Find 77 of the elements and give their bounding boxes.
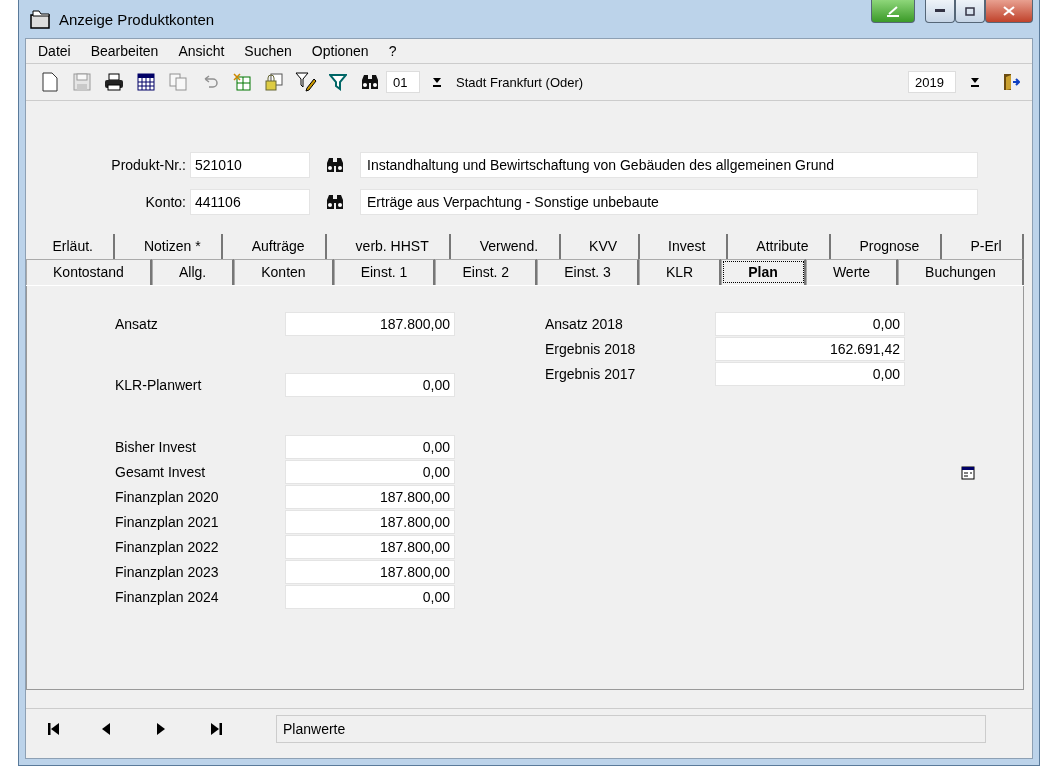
value-field: 0,00 <box>285 435 455 459</box>
field-label: Finanzplan 2020 <box>115 489 220 505</box>
field-label: Finanzplan 2024 <box>115 589 220 605</box>
card-icon[interactable] <box>961 466 975 480</box>
field-label: Gesamt Invest <box>115 464 207 480</box>
tab[interactable]: KLR <box>638 259 722 285</box>
field-label: Finanzplan 2021 <box>115 514 220 530</box>
tab[interactable]: Buchungen <box>898 259 1024 285</box>
field-label: KLR-Planwert <box>115 377 203 393</box>
tab[interactable]: Einst. 3 <box>537 259 639 285</box>
padlock-icon[interactable] <box>265 73 283 91</box>
exit-door-icon[interactable] <box>1002 73 1020 91</box>
minimize-button[interactable] <box>925 0 955 23</box>
tab[interactable]: Einst. 1 <box>333 259 436 285</box>
field-label: Finanzplan 2022 <box>115 539 220 555</box>
menu-item[interactable]: Datei <box>28 43 81 59</box>
description-field: Instandhaltung und Bewirtschaftung von Gebäuden des allgemeinen Grund <box>360 152 978 178</box>
close-button[interactable] <box>985 0 1033 23</box>
status-text: Planwerte <box>276 715 986 743</box>
menu-item[interactable]: Suchen <box>234 43 302 59</box>
field-label: Ansatz 2018 <box>545 316 624 332</box>
value-field: 162.691,42 <box>715 337 905 361</box>
field-label: Ergebnis 2018 <box>545 341 637 357</box>
menu-item[interactable]: Ansicht <box>168 43 235 59</box>
pen-icon <box>885 5 901 17</box>
search-icon[interactable] <box>325 157 345 173</box>
value-field: 187.800,00 <box>285 485 455 509</box>
input-field[interactable]: 521010 <box>190 152 310 178</box>
year-field[interactable]: 2019 <box>908 71 956 93</box>
menu-item[interactable]: ? <box>378 43 407 59</box>
value-field: 187.800,00 <box>285 510 455 534</box>
window-title: Anzeige Produktkonten <box>59 10 215 28</box>
description-field: Erträge aus Verpachtung - Sonstige unbebaute <box>360 189 978 215</box>
minimize-icon <box>935 9 945 13</box>
value-field: 187.800,00 <box>285 312 455 336</box>
search-icon[interactable] <box>325 194 345 210</box>
field-label: Produkt-Nr.: <box>110 157 187 173</box>
maximize-icon <box>965 6 975 16</box>
value-field: 0,00 <box>715 362 905 386</box>
dropdown-arrow-icon[interactable] <box>970 76 980 88</box>
calendar-icon[interactable] <box>137 73 155 91</box>
table-export-icon[interactable] <box>233 73 251 91</box>
menu-item[interactable]: Bearbeiten <box>80 43 169 59</box>
value-field: 187.800,00 <box>285 560 455 584</box>
tab[interactable]: Werte <box>805 259 899 285</box>
value-field: 0,00 <box>285 460 455 484</box>
first-record-icon[interactable] <box>48 722 60 736</box>
field-label: Bisher Invest <box>115 439 197 455</box>
field-label: Ansatz <box>115 316 159 332</box>
tab[interactable]: Einst. 2 <box>435 259 538 285</box>
tab[interactable]: Allg. <box>151 259 235 285</box>
maximize-button[interactable] <box>955 0 985 23</box>
last-record-icon[interactable] <box>210 722 222 736</box>
value-field: 0,00 <box>285 373 455 397</box>
binoculars-icon[interactable] <box>360 74 380 90</box>
value-field: 0,00 <box>285 585 455 609</box>
printer-icon[interactable] <box>104 73 124 91</box>
menu-item[interactable]: Optionen <box>301 43 379 59</box>
field-label: Ergebnis 2017 <box>545 366 637 382</box>
field-label: Finanzplan 2023 <box>115 564 220 580</box>
next-record-icon[interactable] <box>156 722 165 736</box>
previous-record-icon[interactable] <box>102 722 111 736</box>
tab[interactable]: Plan <box>721 259 806 285</box>
tab[interactable]: Konten <box>234 259 334 285</box>
filter-icon[interactable] <box>329 73 347 91</box>
dropdown-arrow-icon[interactable] <box>432 76 442 88</box>
filter-pencil-icon[interactable] <box>295 72 317 92</box>
value-field: 0,00 <box>715 312 905 336</box>
tab[interactable]: Kontostand <box>26 259 152 285</box>
new-document-icon[interactable] <box>42 72 58 92</box>
mandant-name: Stadt Frankfurt (Oder) <box>456 74 584 90</box>
input-field[interactable]: 441106 <box>190 189 310 215</box>
mandant-field[interactable]: 01 <box>386 71 420 93</box>
value-field: 187.800,00 <box>285 535 455 559</box>
close-icon <box>1003 6 1015 16</box>
app-icon <box>29 9 51 29</box>
field-label: Konto: <box>144 194 187 210</box>
